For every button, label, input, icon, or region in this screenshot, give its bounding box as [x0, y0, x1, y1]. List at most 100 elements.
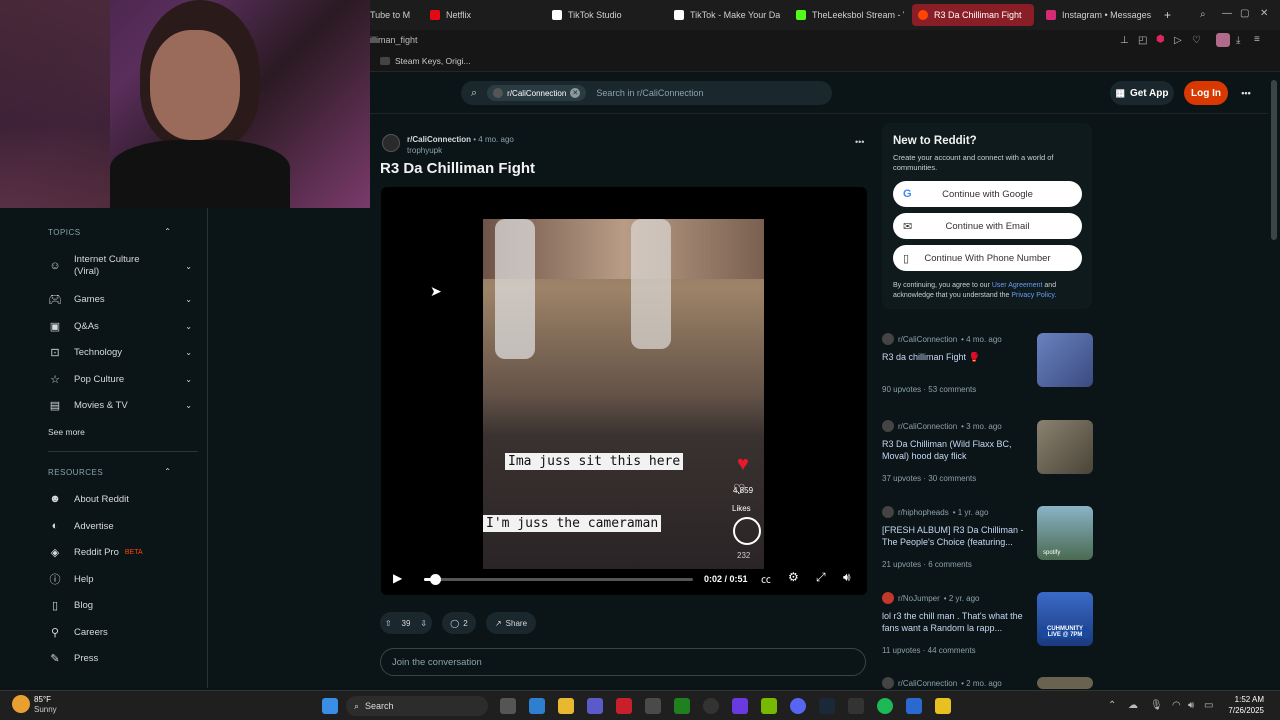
- chevron-up-icon[interactable]: ⌃: [164, 227, 171, 236]
- see-more-link[interactable]: See more: [48, 427, 198, 437]
- captions-icon[interactable]: ㏄: [761, 571, 771, 586]
- pocket-icon[interactable]: ⬢: [1156, 34, 1165, 45]
- related-subreddit[interactable]: r/hiphopheads: [898, 508, 949, 517]
- tab-youtube-to-mp3[interactable]: Tube to M: [364, 4, 416, 26]
- tab-netflix[interactable]: Netflix: [424, 4, 534, 26]
- spotify-icon[interactable]: [877, 698, 893, 714]
- continue-with-google-button[interactable]: G Continue with Google: [893, 181, 1082, 207]
- sidebar-item-pop-culture[interactable]: ☆ Pop Culture ⌄: [48, 372, 198, 386]
- seek-handle[interactable]: [429, 574, 441, 585]
- play-icon[interactable]: ▶: [393, 571, 402, 585]
- minimize-icon[interactable]: —: [1222, 8, 1232, 19]
- tab-instagram[interactable]: Instagram • Messages: [1040, 4, 1152, 26]
- cloud-icon[interactable]: ☁: [1128, 700, 1138, 711]
- sidebar-item-reddit-pro[interactable]: ◈ Reddit Pro BETA: [48, 545, 198, 559]
- wifi-icon[interactable]: ◠: [1172, 700, 1181, 711]
- sidebar-item-qas[interactable]: ▣ Q&As ⌄: [48, 319, 198, 333]
- continue-with-phone-button[interactable]: ▯ Continue With Phone Number: [893, 245, 1082, 271]
- clock-time[interactable]: 1:52 AM: [1222, 695, 1264, 704]
- task-view-icon[interactable]: [500, 698, 516, 714]
- downvote-icon[interactable]: ⇩: [420, 619, 427, 628]
- sidebar-item-advertise[interactable]: ◐ Advertise: [48, 519, 198, 533]
- seek-bar[interactable]: [424, 574, 693, 585]
- related-subreddit[interactable]: r/CaliConnection: [898, 335, 957, 344]
- related-thumbnail[interactable]: CUHMUNITY LIVE @ 7PM: [1037, 592, 1093, 646]
- heart-icon[interactable]: ♡: [1192, 35, 1201, 46]
- related-post[interactable]: r/CaliConnection • 4 mo. ago R3 da chilli…: [882, 333, 1093, 394]
- taskbar-search[interactable]: ⌕ Search: [346, 696, 488, 716]
- privacy-policy-link[interactable]: Privacy Policy.: [1011, 292, 1056, 299]
- related-title[interactable]: R3 da chilliman Fight 🥊: [882, 351, 1030, 363]
- search-icon[interactable]: ⌕: [1200, 9, 1206, 20]
- weather-sun-icon[interactable]: [12, 695, 30, 713]
- steam-icon[interactable]: [819, 698, 835, 714]
- pin-icon[interactable]: ⊥: [1120, 35, 1129, 46]
- obs-icon[interactable]: [703, 698, 719, 714]
- related-thumbnail[interactable]: [1037, 420, 1093, 474]
- continue-with-email-button[interactable]: ✉ Continue with Email: [893, 213, 1082, 239]
- nvidia-icon[interactable]: [761, 698, 777, 714]
- clear-chip-icon[interactable]: ✕: [570, 88, 581, 98]
- related-thumbnail[interactable]: spotify: [1037, 506, 1093, 560]
- related-thumbnail[interactable]: [1037, 677, 1093, 689]
- tab-kick-stream[interactable]: TheLeeksbol Stream - V: [790, 4, 904, 26]
- author-link[interactable]: trophyupk: [407, 146, 442, 155]
- sidebar-item-blog[interactable]: ▯ Blog: [48, 598, 198, 612]
- app-icon[interactable]: [906, 698, 922, 714]
- tab-reddit-active[interactable]: R3 Da Chilliman Fight: [912, 4, 1034, 26]
- xbox-icon[interactable]: [674, 698, 690, 714]
- sidebar-item-help[interactable]: ⓘ Help: [48, 572, 198, 587]
- share-button[interactable]: ↗ Share: [486, 612, 536, 634]
- related-subreddit[interactable]: r/CaliConnection: [898, 422, 957, 431]
- chevron-up-icon[interactable]: ⌃: [164, 467, 171, 476]
- snapshot-icon[interactable]: ◰: [1138, 35, 1147, 46]
- teams-icon[interactable]: [587, 698, 603, 714]
- microphone-icon[interactable]: 🎙︎: [1150, 700, 1163, 711]
- settings-gear-icon[interactable]: ⚙: [788, 570, 799, 584]
- maximize-icon[interactable]: ▢: [1240, 8, 1249, 19]
- store-icon[interactable]: [645, 698, 661, 714]
- battery-icon[interactable]: ▭: [1204, 700, 1213, 711]
- sidebar-item-games[interactable]: 🎮︎ Games ⌄: [48, 292, 198, 306]
- comments-button[interactable]: ◯ 2: [442, 612, 476, 634]
- app-icon[interactable]: [935, 698, 951, 714]
- related-post[interactable]: r/CaliConnection • 3 mo. ago R3 Da Chilli…: [882, 420, 1093, 483]
- comment-input[interactable]: Join the conversation: [380, 648, 866, 676]
- sidebar-item-about-reddit[interactable]: ☻ About Reddit: [48, 492, 198, 506]
- upvote-icon[interactable]: ⇧: [385, 619, 392, 628]
- tab-tiktok-studio[interactable]: TikTok Studio: [546, 4, 656, 26]
- related-post[interactable]: r/NoJumper • 2 yr. ago lol r3 the chill m…: [882, 592, 1093, 655]
- related-post[interactable]: r/hiphopheads • 1 yr. ago [FRESH ALBUM] R…: [882, 506, 1093, 569]
- download-icon[interactable]: ⤓: [1236, 35, 1240, 46]
- clock-date[interactable]: 7/26/2025: [1222, 706, 1264, 715]
- sidebar-item-movies-tv[interactable]: ▤ Movies & TV ⌄: [48, 398, 198, 412]
- sidebar-item-internet-culture[interactable]: ☺ Internet Culture (Viral) ⌄: [48, 253, 198, 279]
- bookmark-steam-keys[interactable]: Steam Keys, Origi...: [380, 56, 471, 66]
- menu-icon[interactable]: ≡: [1254, 34, 1260, 45]
- related-title[interactable]: R3 Da Chilliman (Wild Flaxx BC, Moval) h…: [882, 438, 1030, 462]
- tab-tiktok-home[interactable]: TikTok - Make Your Day: [668, 4, 780, 26]
- user-agreement-link[interactable]: User Agreement: [992, 282, 1043, 289]
- close-icon[interactable]: ✕: [1260, 8, 1268, 19]
- profile-avatar[interactable]: [1216, 33, 1230, 47]
- fullscreen-icon[interactable]: ⤢: [816, 570, 826, 585]
- windows-start-icon[interactable]: [322, 698, 338, 714]
- related-title[interactable]: lol r3 the chill man . That's what the f…: [882, 610, 1030, 634]
- terminal-icon[interactable]: [848, 698, 864, 714]
- login-button[interactable]: Log In: [1184, 81, 1228, 105]
- sidebar-item-press[interactable]: ✎ Press: [48, 651, 198, 665]
- related-post[interactable]: r/CaliConnection • 2 mo. ago: [882, 677, 1093, 689]
- related-subreddit[interactable]: r/NoJumper: [898, 594, 940, 603]
- play-icon[interactable]: ▷: [1174, 35, 1182, 46]
- volume-icon[interactable]: 🔊︎: [1188, 700, 1194, 711]
- scrollbar-thumb[interactable]: [1271, 80, 1277, 240]
- opera-gx-icon[interactable]: [616, 698, 632, 714]
- subreddit-avatar[interactable]: [382, 134, 400, 152]
- sidebar-item-technology[interactable]: ⊡ Technology ⌄: [48, 345, 198, 359]
- get-app-button[interactable]: ▦ Get App: [1110, 81, 1174, 105]
- editor-icon[interactable]: [732, 698, 748, 714]
- discord-icon[interactable]: [790, 698, 806, 714]
- related-subreddit[interactable]: r/CaliConnection: [898, 679, 957, 688]
- chevron-up-icon[interactable]: ⌃: [1108, 700, 1116, 711]
- post-options-button[interactable]: •••: [855, 137, 864, 147]
